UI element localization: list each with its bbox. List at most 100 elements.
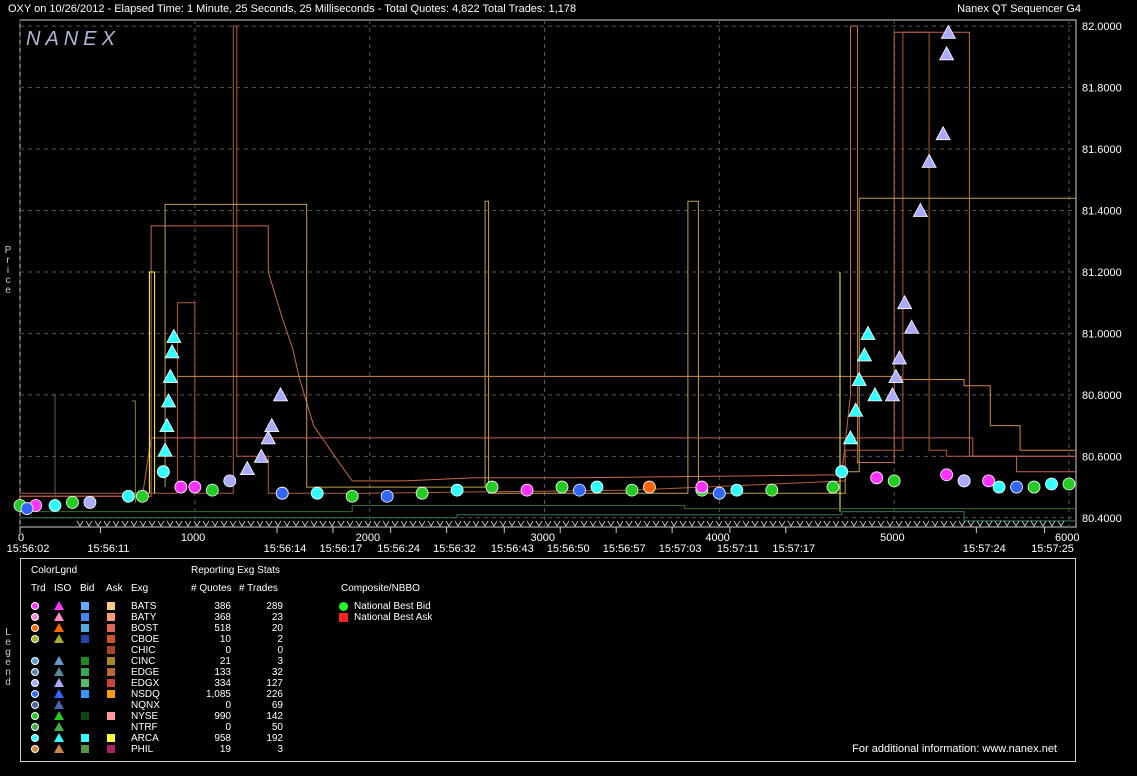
iso-swatch [54, 700, 64, 709]
iso-swatch [54, 678, 64, 687]
bid-swatch [81, 734, 89, 742]
time-label: 15:56:17 [320, 543, 363, 555]
trade-swatch [31, 635, 39, 643]
trades-count: 0 [277, 645, 283, 656]
trades-count: 50 [271, 722, 283, 733]
legend-row: EDGE 133 32 [21, 667, 421, 678]
trade-marker-arca [1045, 477, 1058, 491]
y-tick-label: 81.0000 [1082, 328, 1122, 340]
trade-marker-arca [121, 489, 135, 503]
y-tick-label: 81.6000 [1082, 144, 1122, 156]
legend-row: BOST 518 20 [21, 623, 421, 634]
exg-name: PHIL [131, 744, 154, 755]
col-ask-header: Ask [106, 583, 123, 594]
trade-marker-nyse [625, 483, 639, 497]
quotes-count: 386 [214, 601, 231, 612]
exg-name: CINC [131, 656, 156, 667]
trade-marker-bats [870, 471, 884, 485]
exg-name: CHIC [131, 645, 156, 656]
trade-marker-nsdq [712, 486, 726, 500]
legend-row: NTRF 0 50 [21, 722, 421, 733]
legend-row: NSDQ 1,085 226 [21, 689, 421, 700]
trades-count: 3 [277, 744, 283, 755]
bid-swatch [81, 745, 89, 753]
trades-count: 127 [266, 678, 283, 689]
nbbo-label: National Best Ask [354, 612, 433, 623]
col-quotes-header: # Quotes [191, 583, 232, 594]
exg-name: BATY [131, 612, 157, 623]
bid-swatch [81, 690, 89, 698]
trade-marker-nyse [415, 486, 429, 500]
col-trades-header: # Trades [239, 583, 278, 594]
trade-marker-nyse [826, 480, 840, 494]
trades-count: 69 [271, 700, 283, 711]
time-label: 15:56:24 [377, 543, 420, 555]
trade-marker-nyse [485, 480, 499, 494]
trade-marker-nyse [555, 480, 569, 494]
col-iso-header: ISO [54, 583, 72, 594]
trade-marker-nsdq [573, 483, 586, 497]
trades-count: 192 [266, 733, 283, 744]
time-label: 15:57:17 [772, 543, 815, 555]
quotes-count: 133 [214, 667, 231, 678]
iso-swatch [54, 656, 64, 665]
trade-marker-arca [730, 483, 744, 497]
time-label: 15:57:24 [963, 543, 1006, 555]
trade-marker-arca [992, 480, 1006, 494]
trade-marker-nsdq [380, 489, 394, 503]
legend-side-label: Legend [5, 627, 11, 688]
col-bid-header: Bid [80, 583, 95, 594]
iso-swatch [54, 634, 64, 643]
time-label: 15:57:25 [1031, 543, 1074, 555]
y-tick-label: 80.6000 [1082, 451, 1122, 463]
quotes-count: 334 [214, 678, 231, 689]
trades-count: 23 [271, 612, 283, 623]
footer-note: For additional information: www.nanex.ne… [852, 743, 1057, 755]
trade-marker-nyse [66, 496, 79, 509]
iso-swatch [54, 667, 64, 676]
y-tick-label: 82.0000 [1082, 21, 1122, 33]
exg-name: NYSE [131, 711, 159, 722]
col-trd-header: Trd [31, 583, 46, 594]
time-label: 15:57:03 [659, 543, 702, 555]
trade-marker-arca [48, 499, 62, 512]
y-axis-ticks: 80.4000 80.6000 80.8000 81.0000 81.2000 81.40… [1082, 21, 1122, 525]
ask-swatch [107, 712, 115, 720]
trade-marker-bats [188, 480, 202, 494]
exg-name: NSDQ [131, 689, 160, 700]
y-tick-label: 80.4000 [1082, 513, 1122, 525]
time-label: 15:56:50 [547, 543, 590, 555]
trade-swatch [31, 679, 39, 687]
trade-swatch [31, 701, 39, 709]
exg-name: EDGX [131, 678, 160, 689]
trade-swatch [31, 712, 39, 720]
trade-marker-arca [450, 483, 464, 497]
plot-area-frame [19, 19, 1077, 528]
trade-marker-bats [940, 468, 954, 482]
nbbo-label: National Best Bid [354, 601, 431, 612]
ask-swatch [107, 602, 115, 610]
exg-name: NQNX [131, 700, 160, 711]
trade-marker-bats [520, 483, 534, 497]
ask-swatch [107, 734, 115, 742]
trade-swatch [31, 657, 39, 665]
time-label: 15:56:14 [264, 543, 307, 555]
trade-marker-nsdq [1010, 480, 1023, 494]
legend-row: CHIC 0 0 [21, 645, 421, 656]
exg-name: BOST [131, 623, 159, 634]
trade-swatch [31, 602, 39, 610]
ask-swatch [107, 690, 115, 698]
quotes-count: 21 [219, 656, 231, 667]
exg-name: NTRF [131, 722, 158, 733]
trade-swatch [31, 613, 39, 621]
trade-marker-arca [310, 486, 324, 500]
quotes-count: 990 [214, 711, 231, 722]
trade-marker-nyse [135, 489, 149, 503]
bid-swatch [81, 657, 89, 665]
nbbo-swatch [339, 613, 348, 622]
iso-swatch [54, 612, 64, 621]
bid-swatch [81, 635, 89, 643]
ask-swatch [107, 679, 115, 687]
ask-swatch [107, 745, 115, 753]
trades-count: 20 [271, 623, 283, 634]
